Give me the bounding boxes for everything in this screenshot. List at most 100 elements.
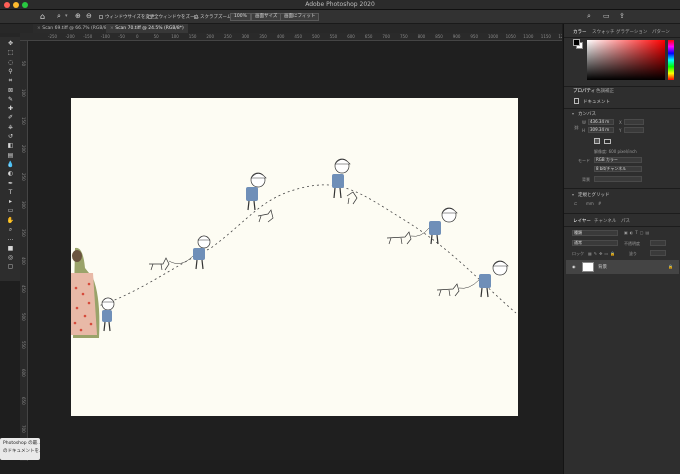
horizontal-ruler[interactable]: -250 -200 -150 -100 -50 0 50 100 150 200 250 300 350… [20,33,562,41]
panel-divider [564,188,680,189]
frame-tool-icon[interactable]: ⊠ [6,86,15,95]
layer-name: 背景 [598,265,607,270]
ruler-tick-label: -50 [118,34,125,39]
home-icon[interactable]: ⌂ [40,12,45,21]
zoom-out-icon[interactable]: ⊖ [86,12,92,20]
screen-mode-icon[interactable]: ▢ [6,262,15,271]
eyedropper-tool-icon[interactable]: ✎ [6,95,15,104]
move-tool-icon[interactable]: ✥ [6,39,15,48]
pen-tool-icon[interactable]: ✒ [6,179,15,188]
chevron-down-icon[interactable]: ▾ [572,111,574,116]
ruler-tick-label: 800 [417,34,426,39]
tab-properties[interactable]: プロパティ [573,88,595,94]
tab-swatches[interactable]: スウォッチ [592,29,615,35]
ruler-icon[interactable]: ⊏ [574,201,577,206]
color-picker-field[interactable] [587,40,665,80]
ruler-tick-label: 650 [21,397,26,405]
share-icon[interactable]: ⇪ [619,12,625,20]
hand-tool-icon[interactable]: ✋ [6,216,15,225]
zoom-all-checkbox[interactable] [148,14,152,19]
ruler-tick-label: 700 [21,425,26,433]
layer-row-background[interactable]: ◉ 背景 🔒 [566,260,679,274]
eye-icon[interactable]: ◉ [572,264,576,269]
layer-kind-filter[interactable]: 種類 [572,230,618,236]
link-icon[interactable]: ⛓ [574,125,579,130]
type-tool-icon[interactable]: T [6,188,15,197]
bit-depth-select[interactable]: 8 bit/チャンネル [594,166,642,172]
tab-close-icon[interactable]: × [110,26,114,31]
tab-gradients[interactable]: グラデーション [616,29,647,35]
tab-patterns[interactable]: パターン [652,29,670,35]
document-icon [574,98,579,104]
tab-channels[interactable]: チャンネル [594,218,616,224]
x-field[interactable] [624,119,644,125]
eraser-tool-icon[interactable]: ◧ [6,141,15,150]
mode-select[interactable]: RGB カラー [594,157,642,163]
width-field[interactable]: 436.34 m [588,119,614,125]
ruler-tick-label: 150 [188,34,197,39]
document-canvas[interactable] [71,98,518,416]
foreground-color-swatch[interactable] [573,39,580,46]
ruler-tick-label: 100 [171,34,179,39]
tab-paths[interactable]: パス [621,218,630,224]
fill-field[interactable] [650,250,666,256]
tab-close-icon[interactable]: × [37,26,41,31]
y-field[interactable] [624,127,644,133]
grid-icon[interactable]: # [598,201,601,206]
resize-windows-checkbox[interactable] [99,14,103,19]
shape-tool-icon[interactable]: ▭ [6,206,15,215]
mode-label: モード [578,158,590,163]
workspace-icon[interactable]: ▭ [603,12,610,20]
path-select-tool-icon[interactable]: ▸ [6,197,15,206]
healing-tool-icon[interactable]: ✚ [6,104,15,113]
ruler-tick-label: 400 [276,34,285,39]
ruler-tick-label: 850 [435,34,443,39]
lock-icons[interactable]: ▦✎✥▭🔒 [588,251,617,256]
tab-scan-69[interactable]: × Scan 69.tiff @ 66.7% (RGB/8*) [33,24,115,33]
height-field[interactable]: 309.34 m [588,127,614,133]
tab-layers[interactable]: レイヤー [573,218,591,224]
marquee-tool-icon[interactable]: ⬚ [6,48,15,57]
hue-slider[interactable] [668,40,674,80]
dodge-tool-icon[interactable]: ◐ [6,169,15,178]
ruler-tick-label: 300 [241,34,250,39]
stamp-tool-icon[interactable]: ⎈ [6,123,15,132]
vertical-ruler[interactable]: 50 100 150 200 250 300 350 400 450 500 550 600 650 70… [20,41,28,461]
quick-select-tool-icon[interactable]: ⚲ [6,67,15,76]
blend-mode-select[interactable]: 通常 [572,240,618,246]
ruler-tick-label: -200 [65,34,75,39]
notification-popup[interactable]: Photoshop の最... のドキュメントを... [0,438,40,460]
orientation-portrait-icon[interactable] [594,138,600,144]
tab-adjustments[interactable]: 色調補正 [596,88,614,94]
fill-screen-button[interactable]: 画面にフィット [280,12,320,21]
ruler-unit[interactable]: mm [586,201,594,206]
opacity-field[interactable] [650,240,666,246]
tab-scan-70[interactable]: × Scan 70.tiff @ 24.5% (RGB/8*) [106,24,188,33]
color-swatches-icon[interactable]: ■ [6,244,15,253]
blur-tool-icon[interactable]: 💧 [6,160,15,169]
brush-tool-icon[interactable]: ✐ [6,113,15,122]
gradient-tool-icon[interactable]: ▤ [6,151,15,160]
zoom-tool-icon[interactable]: ⌕ [57,12,61,21]
zoom-tool-icon[interactable]: ⌕ [6,225,15,234]
chevron-down-icon[interactable]: ▾ [572,192,574,197]
zoom-100-button[interactable]: 100% [230,12,251,21]
layer-filter-icons[interactable]: ▣◐T▢▤ [624,230,651,235]
edit-toolbar-icon[interactable]: … [6,234,15,243]
tools-panel-grip[interactable] [0,33,20,37]
ruler-tick-label: 700 [382,34,391,39]
scrubby-zoom-checkbox[interactable] [194,14,198,19]
chevron-down-icon[interactable]: ▾ [65,13,68,19]
fit-screen-button[interactable]: 画面サイズ [251,12,282,21]
orientation-landscape-icon[interactable] [604,139,611,144]
lasso-tool-icon[interactable]: ◌ [6,58,15,67]
canvas-heading: カンバス [578,112,596,117]
dotted-path [90,184,517,314]
history-brush-tool-icon[interactable]: ↺ [6,132,15,141]
quick-mask-icon[interactable]: ◎ [6,253,15,262]
zoom-in-icon[interactable]: ⊕ [75,12,81,20]
crop-tool-icon[interactable]: ⌗ [6,76,15,85]
background-select[interactable] [594,176,642,182]
tab-color[interactable]: カラー [573,29,587,35]
search-icon[interactable]: ⌕ [587,12,591,21]
